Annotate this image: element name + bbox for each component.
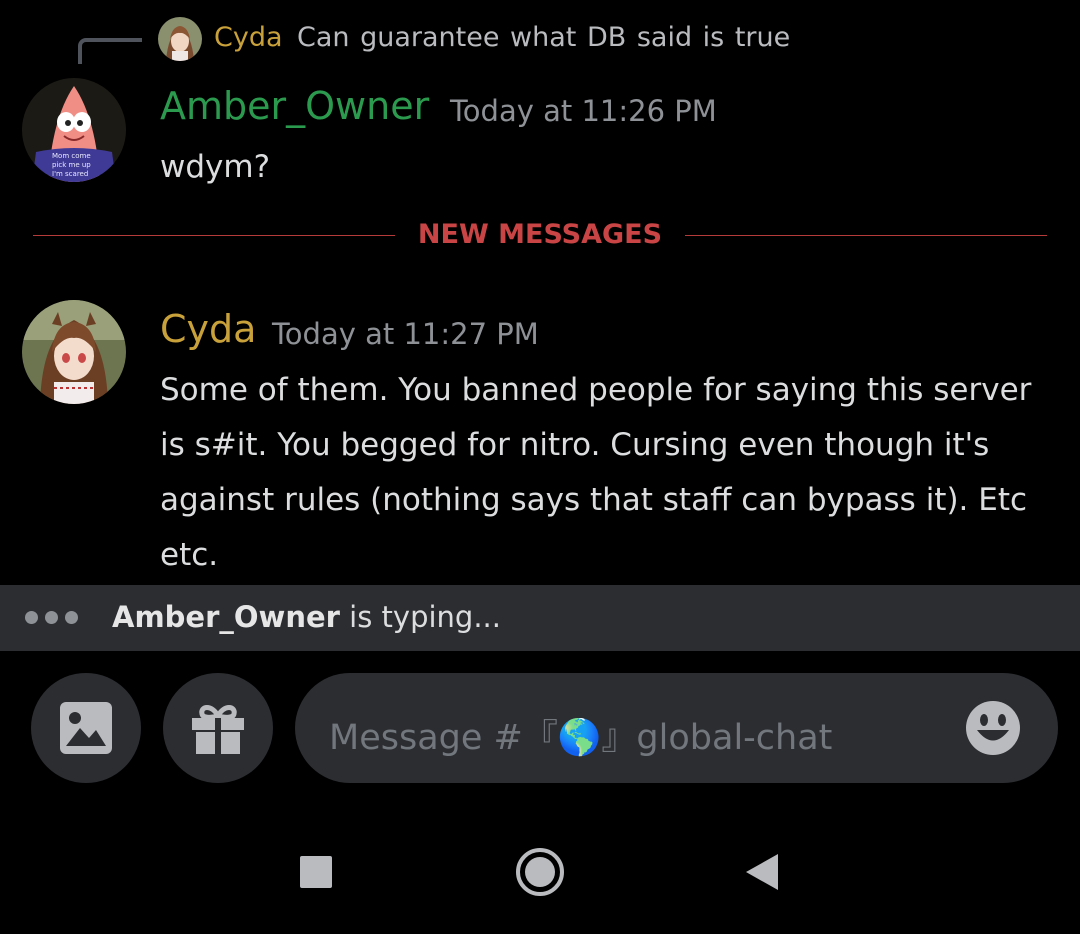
message-timestamp: Today at 11:27 PM: [272, 317, 539, 351]
square-icon: [300, 856, 332, 888]
reply-avatar[interactable]: [158, 17, 202, 61]
message-author[interactable]: Cyda: [160, 307, 256, 351]
message-input-placeholder: Message #『🌎』global-chat: [329, 718, 833, 758]
divider-line-left: [33, 235, 395, 236]
home-button[interactable]: [512, 844, 568, 900]
recents-button[interactable]: [288, 844, 344, 900]
gift-icon: [192, 705, 244, 754]
typing-dots-icon: [25, 611, 78, 624]
new-messages-divider: NEW MESSAGES: [417, 219, 663, 250]
attach-image-button[interactable]: [31, 673, 141, 783]
message-author[interactable]: Amber_Owner: [160, 84, 429, 128]
reply-connector: [78, 38, 142, 64]
avatar-caption-line-1: Mom come: [52, 152, 91, 160]
message-text: Some of them. You banned people for sayi…: [160, 372, 1032, 573]
typing-suffix: is typing...: [349, 600, 501, 634]
typing-user: Amber_Owner: [112, 600, 340, 634]
avatar[interactable]: Mom come pick me up I'm scared: [22, 78, 126, 182]
divider-line-right: [685, 235, 1047, 236]
circle-icon: [516, 848, 564, 896]
triangle-back-icon: [746, 854, 778, 890]
typing-indicator: Amber_Owner is typing...: [0, 585, 1080, 651]
reply-author[interactable]: Cyda: [214, 22, 283, 53]
back-button[interactable]: [732, 844, 788, 900]
image-icon: [60, 702, 112, 754]
avatar-caption-line-2: pick me up: [52, 161, 91, 169]
message-text: wdym?: [160, 149, 271, 185]
typing-text: Amber_Owner is typing...: [112, 600, 501, 634]
avatar[interactable]: [22, 300, 126, 404]
emoji-button[interactable]: [964, 699, 1022, 757]
avatar-caption-line-3: I'm scared: [52, 170, 88, 178]
message-timestamp: Today at 11:26 PM: [450, 94, 717, 128]
message-input[interactable]: Message #『🌎』global-chat: [295, 673, 1058, 783]
reply-text[interactable]: Can guarantee what DB said is true: [297, 22, 790, 53]
gift-button[interactable]: [163, 673, 273, 783]
emoji-icon: [966, 701, 1020, 755]
